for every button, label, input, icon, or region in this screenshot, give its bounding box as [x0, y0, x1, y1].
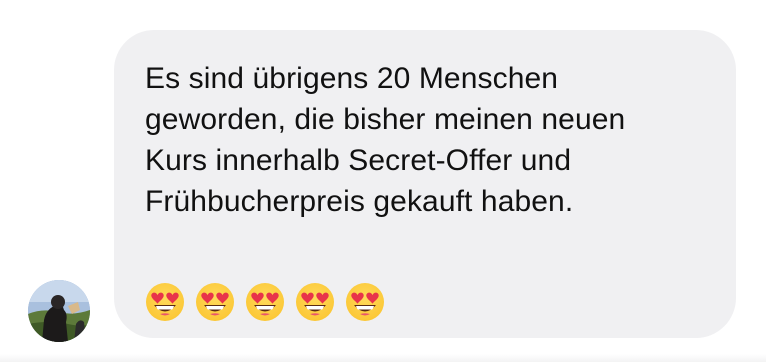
sender-avatar[interactable] [28, 280, 90, 342]
heart-eyes-emoji-icon [146, 283, 184, 321]
heart-eyes-emoji-icon [246, 283, 284, 321]
profile-photo-icon [28, 280, 90, 342]
heart-eyes-emoji-icon [196, 283, 234, 321]
message-text: Es sind übrigens 20 Menschen geworden, d… [145, 62, 626, 218]
heart-eyes-emoji-icon [346, 283, 384, 321]
chat-view: Es sind übrigens 20 Menschen geworden, d… [0, 0, 766, 362]
emoji-row [145, 282, 385, 322]
message-bubble[interactable]: Es sind übrigens 20 Menschen geworden, d… [114, 30, 736, 338]
bottom-divider [0, 354, 766, 362]
heart-eyes-emoji-icon [296, 283, 334, 321]
